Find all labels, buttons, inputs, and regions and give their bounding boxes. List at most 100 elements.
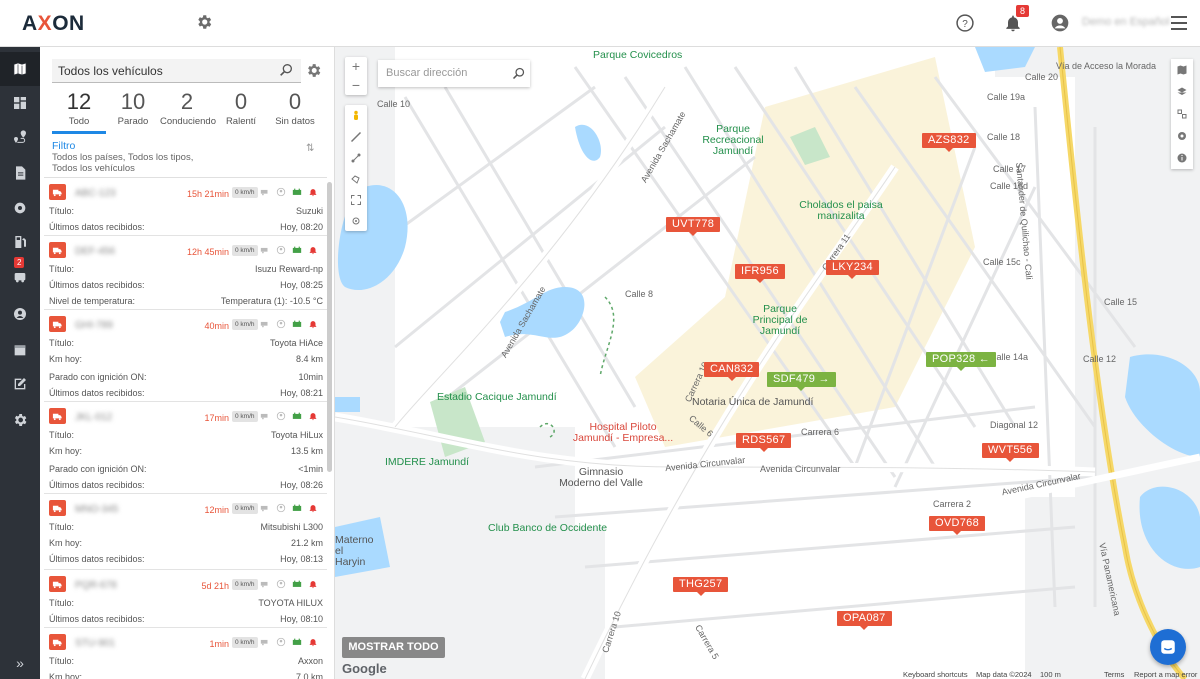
nav-document-icon[interactable] [0, 156, 40, 190]
vehicle-card[interactable]: MNO-345 12min 0 km/h Título: Mitsubishi L… [44, 494, 327, 570]
show-all-button[interactable]: MOSTRAR TODO [342, 637, 445, 658]
chat-support-button[interactable] [1150, 629, 1186, 665]
map-type-icon[interactable] [1171, 59, 1193, 81]
poi-parque-recreacional[interactable]: Parque Recreacional Jamundí [693, 124, 773, 157]
grid-icon[interactable] [1171, 103, 1193, 125]
filter-link[interactable]: Filtro [52, 140, 75, 152]
vehicle-marker-wvt556[interactable]: WVT556 [982, 443, 1039, 462]
nav-map-icon[interactable] [0, 52, 40, 86]
tab-sin-datos[interactable]: 0 Sin datos [268, 89, 322, 127]
vehicle-plate: PQR-678 [75, 580, 117, 591]
map-settings-icon[interactable] [1171, 125, 1193, 147]
route-tool-icon[interactable] [345, 147, 367, 168]
app-logo[interactable]: AXON [22, 12, 85, 36]
vehicle-card[interactable]: ABC-123 15h 21min 0 km/h Título: Suzuki Úl… [44, 178, 327, 236]
vehicle-card[interactable]: STU-901 1min 0 km/h Título: Axxon Km hoy: 7… [44, 628, 327, 679]
info-value: 8.4 km [295, 354, 323, 364]
vehicle-marker-uvt778[interactable]: UVT778 [666, 217, 721, 236]
vehicle-info-row: Km hoy: 13.5 km [49, 446, 325, 458]
draw-zone-icon[interactable] [345, 168, 367, 189]
nav-route-icon[interactable] [0, 120, 40, 154]
vehicle-marker-pop328[interactable]: POP328 ← [926, 352, 997, 371]
info-value: Axxon [297, 656, 323, 666]
vehicle-marker-ifr956[interactable]: IFR956 [735, 264, 785, 283]
marker-label: CAN832 [710, 363, 754, 375]
vehicle-card[interactable]: DEF-456 12h 45min 0 km/h Título: Isuzu Re… [44, 236, 327, 310]
nav-gear-icon[interactable] [0, 191, 40, 225]
zoom-in-button[interactable]: + [345, 57, 367, 76]
info-label: Km hoy: [49, 538, 83, 548]
sort-icon[interactable]: ⇅ [306, 143, 314, 154]
info-value: Hoy, 08:26 [280, 480, 323, 490]
report-error-link[interactable]: Report a map error [1134, 670, 1197, 679]
settings-gear-icon[interactable] [195, 13, 213, 31]
vehicle-marker-can832[interactable]: CAN832 [704, 362, 760, 381]
tab-conduciendo[interactable]: 2 Conduciendo [160, 89, 216, 127]
poi-parque-covicedros[interactable]: Parque Covicedros [593, 50, 682, 61]
zoom-out-button[interactable]: − [345, 76, 367, 95]
user-name[interactable]: Demo en Español [1082, 16, 1169, 28]
vehicle-card-header: JKL-012 17min 0 km/h [44, 402, 327, 426]
tab-ralenti[interactable]: 0 Ralentí [214, 89, 268, 127]
alarm-bell-icon [309, 413, 317, 421]
vehicle-marker-sdf479[interactable]: SDF479 → [767, 372, 836, 391]
pegman-icon[interactable] [345, 105, 367, 126]
user-avatar-icon[interactable] [1050, 13, 1070, 33]
terms-link[interactable]: Terms [1104, 670, 1124, 679]
vehicle-card[interactable]: JKL-012 17min 0 km/h Título: Toyota HiLux… [44, 402, 327, 494]
nav-dashboard-icon[interactable] [0, 86, 40, 120]
vehicle-marker-thg257[interactable]: THG257 [673, 577, 729, 596]
vehicle-marker-opa087[interactable]: OPA087 [837, 611, 892, 630]
vehicle-card[interactable]: PQR-678 5d 21h 0 km/h Título: TOYOTA HILU… [44, 570, 327, 628]
locate-icon[interactable] [345, 210, 367, 231]
nav-settings-icon[interactable] [0, 403, 40, 437]
poi-notaria[interactable]: Notaria Única de Jamundí [692, 397, 813, 408]
vehicle-list-scrollbar[interactable] [327, 182, 332, 472]
address-search-icon[interactable] [511, 66, 526, 81]
nav-edit-icon[interactable] [0, 367, 40, 401]
info-value: 7.0 km [295, 672, 323, 679]
truck-icon [49, 500, 66, 516]
ruler-icon[interactable] [345, 126, 367, 147]
poi-hospital[interactable]: Hospital Piloto Jamundí - Empresa... [572, 422, 674, 444]
notification-count-badge: 8 [1016, 5, 1030, 17]
nav-vehicle-icon[interactable]: 2 [0, 257, 40, 294]
vehicle-card[interactable]: GHI-789 40min 0 km/h Título: Toyota HiAce… [44, 310, 327, 402]
poi-imdere[interactable]: IMDERE Jamundí [385, 457, 469, 468]
vehicle-info-row: Últimos datos recibidos: Hoy, 08:20 [49, 222, 325, 234]
poi-estadio[interactable]: Estadio Cacique Jamundí [437, 392, 557, 403]
poi-parque-principal[interactable]: Parque Principal de Jamundí [748, 304, 812, 337]
help-icon[interactable]: ? [955, 13, 975, 33]
search-icon[interactable] [278, 62, 294, 78]
vehicle-marker-lky234[interactable]: LKY234 [826, 260, 879, 279]
vehicle-marker-rds567[interactable]: RDS567 [736, 433, 792, 452]
street-carrera-6: Carrera 6 [801, 427, 840, 437]
poi-club[interactable]: Club Banco de Occidente [488, 523, 607, 534]
nav-calendar-icon[interactable] [0, 333, 40, 367]
map-view[interactable]: + − Buscar dirección Parque Covicedros P… [335, 47, 1200, 679]
vehicle-search-input[interactable]: Todos los vehículos [52, 59, 301, 83]
tab-parado[interactable]: 10 Parado [106, 89, 160, 127]
street-calle-18: Calle 18 [987, 132, 1021, 142]
poi-materno[interactable]: Materno el Haryin [335, 535, 375, 568]
panel-settings-gear-icon[interactable] [305, 62, 322, 79]
nav-fuel-icon[interactable] [0, 225, 40, 259]
info-value: 10min [298, 372, 323, 382]
address-search-input[interactable]: Buscar dirección [378, 60, 530, 87]
nav-expand-icon[interactable]: » [0, 655, 40, 671]
tab-todo[interactable]: 12 Todo [52, 89, 106, 134]
alarm-bell-icon [309, 189, 317, 197]
status-duration: 17min [204, 413, 229, 423]
layers-icon[interactable] [1171, 81, 1193, 103]
info-icon[interactable] [1171, 147, 1193, 169]
tab-conduciendo-label: Conduciendo [160, 116, 216, 127]
fullscreen-icon[interactable] [345, 189, 367, 210]
menu-hamburger-icon[interactable] [1171, 16, 1187, 30]
keyboard-shortcuts-link[interactable]: Keyboard shortcuts [903, 670, 968, 679]
vehicle-marker-ovd768[interactable]: OVD768 [929, 516, 985, 535]
poi-cholados[interactable]: Cholados el paisa manizalita [798, 200, 884, 222]
nav-driver-icon[interactable] [0, 297, 40, 331]
poi-gimnasio[interactable]: Gimnasio Moderno del Valle [557, 467, 645, 489]
info-value: Hoy, 08:21 [280, 388, 323, 398]
vehicle-marker-azs832[interactable]: AZS832 [922, 133, 976, 152]
